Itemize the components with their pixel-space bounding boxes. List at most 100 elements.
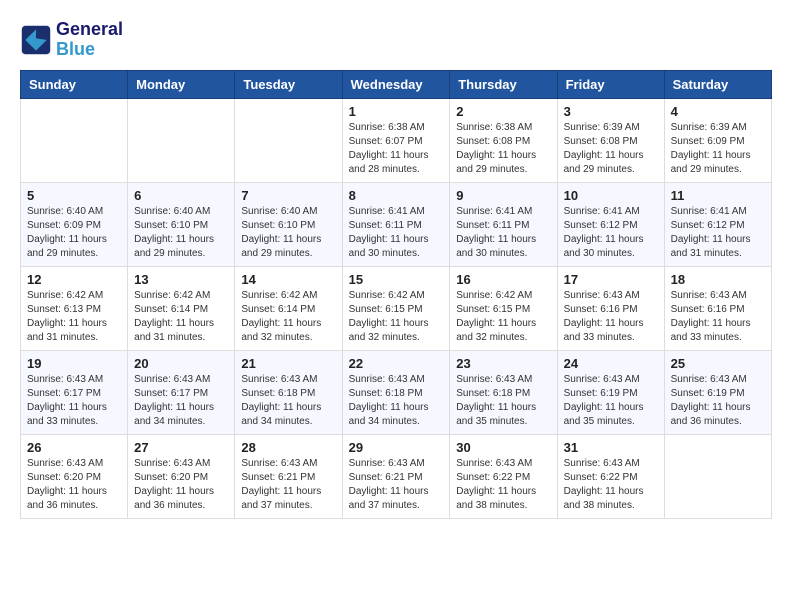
logo-icon [20,24,52,56]
day-number: 25 [671,356,765,371]
calendar-cell: 5 Sunrise: 6:40 AMSunset: 6:09 PMDaylight… [21,182,128,266]
day-number: 8 [349,188,444,203]
day-info: Sunrise: 6:40 AMSunset: 6:09 PMDaylight:… [27,205,121,261]
day-number: 1 [349,104,444,119]
weekday-header-monday: Monday [128,70,235,98]
day-info: Sunrise: 6:43 AMSunset: 6:22 PMDaylight:… [564,457,658,513]
day-info: Sunrise: 6:43 AMSunset: 6:18 PMDaylight:… [456,373,550,429]
day-number: 16 [456,272,550,287]
calendar-cell: 17 Sunrise: 6:43 AMSunset: 6:16 PMDayligh… [557,266,664,350]
day-number: 14 [241,272,335,287]
day-number: 11 [671,188,765,203]
calendar-cell: 29 Sunrise: 6:43 AMSunset: 6:21 PMDayligh… [342,434,450,518]
calendar-cell: 26Sunrise: 6:43 AMSunset: 6:20 PMDayligh… [21,434,128,518]
calendar-cell: 12 Sunrise: 6:42 AMSunset: 6:13 PMDayligh… [21,266,128,350]
day-number: 24 [564,356,658,371]
day-info: Sunrise: 6:38 AMSunset: 6:08 PMDaylight:… [456,121,550,177]
day-number: 18 [671,272,765,287]
weekday-header-wednesday: Wednesday [342,70,450,98]
calendar-week-2: 5 Sunrise: 6:40 AMSunset: 6:09 PMDaylight… [21,182,772,266]
page-header: General Blue [20,20,772,60]
day-info: Sunrise: 6:43 AMSunset: 6:21 PMDaylight:… [241,457,335,513]
day-info: Sunrise: 6:42 AMSunset: 6:15 PMDaylight:… [456,289,550,345]
calendar-table: SundayMondayTuesdayWednesdayThursdayFrid… [20,70,772,519]
day-number: 31 [564,440,658,455]
calendar-cell: 2 Sunrise: 6:38 AMSunset: 6:08 PMDaylight… [450,98,557,182]
weekday-header-friday: Friday [557,70,664,98]
day-info: Sunrise: 6:42 AMSunset: 6:14 PMDaylight:… [134,289,228,345]
day-info: Sunrise: 6:43 AMSunset: 6:16 PMDaylight:… [564,289,658,345]
calendar-cell: 8Sunrise: 6:41 AMSunset: 6:11 PMDaylight… [342,182,450,266]
calendar-cell: 24 Sunrise: 6:43 AMSunset: 6:19 PMDayligh… [557,350,664,434]
weekday-header-thursday: Thursday [450,70,557,98]
calendar-cell: 23Sunrise: 6:43 AMSunset: 6:18 PMDayligh… [450,350,557,434]
calendar-cell: 6 Sunrise: 6:40 AMSunset: 6:10 PMDaylight… [128,182,235,266]
calendar-cell [664,434,771,518]
calendar-cell [21,98,128,182]
day-info: Sunrise: 6:38 AMSunset: 6:07 PMDaylight:… [349,121,444,177]
day-number: 29 [349,440,444,455]
day-number: 15 [349,272,444,287]
day-info: Sunrise: 6:43 AMSunset: 6:18 PMDaylight:… [349,373,444,429]
day-info: Sunrise: 6:43 AMSunset: 6:19 PMDaylight:… [564,373,658,429]
day-info: Sunrise: 6:40 AMSunset: 6:10 PMDaylight:… [134,205,228,261]
day-info: Sunrise: 6:42 AMSunset: 6:15 PMDaylight:… [349,289,444,345]
calendar-week-4: 19 Sunrise: 6:43 AMSunset: 6:17 PMDayligh… [21,350,772,434]
calendar-cell [128,98,235,182]
day-number: 7 [241,188,335,203]
day-info: Sunrise: 6:43 AMSunset: 6:19 PMDaylight:… [671,373,765,429]
calendar-cell: 7 Sunrise: 6:40 AMSunset: 6:10 PMDaylight… [235,182,342,266]
day-info: Sunrise: 6:43 AMSunset: 6:21 PMDaylight:… [349,457,444,513]
day-info: Sunrise: 6:43 AMSunset: 6:18 PMDaylight:… [241,373,335,429]
calendar-cell [235,98,342,182]
day-number: 30 [456,440,550,455]
day-number: 28 [241,440,335,455]
day-number: 20 [134,356,228,371]
weekday-row: SundayMondayTuesdayWednesdayThursdayFrid… [21,70,772,98]
calendar-week-5: 26Sunrise: 6:43 AMSunset: 6:20 PMDayligh… [21,434,772,518]
calendar-cell: 16 Sunrise: 6:42 AMSunset: 6:15 PMDayligh… [450,266,557,350]
calendar-cell: 20Sunrise: 6:43 AMSunset: 6:17 PMDayligh… [128,350,235,434]
calendar-cell: 22 Sunrise: 6:43 AMSunset: 6:18 PMDayligh… [342,350,450,434]
weekday-header-tuesday: Tuesday [235,70,342,98]
day-number: 12 [27,272,121,287]
weekday-header-saturday: Saturday [664,70,771,98]
day-info: Sunrise: 6:42 AMSunset: 6:14 PMDaylight:… [241,289,335,345]
calendar-cell: 28 Sunrise: 6:43 AMSunset: 6:21 PMDayligh… [235,434,342,518]
day-number: 19 [27,356,121,371]
day-number: 6 [134,188,228,203]
day-info: Sunrise: 6:41 AMSunset: 6:12 PMDaylight:… [564,205,658,261]
calendar-cell: 10Sunrise: 6:41 AMSunset: 6:12 PMDayligh… [557,182,664,266]
day-info: Sunrise: 6:43 AMSunset: 6:17 PMDaylight:… [27,373,121,429]
calendar-week-3: 12 Sunrise: 6:42 AMSunset: 6:13 PMDayligh… [21,266,772,350]
calendar-cell: 14 Sunrise: 6:42 AMSunset: 6:14 PMDayligh… [235,266,342,350]
day-number: 2 [456,104,550,119]
weekday-header-sunday: Sunday [21,70,128,98]
day-info: Sunrise: 6:42 AMSunset: 6:13 PMDaylight:… [27,289,121,345]
day-number: 22 [349,356,444,371]
calendar-cell: 15 Sunrise: 6:42 AMSunset: 6:15 PMDayligh… [342,266,450,350]
calendar-cell: 31 Sunrise: 6:43 AMSunset: 6:22 PMDayligh… [557,434,664,518]
logo: General Blue [20,20,123,60]
calendar-cell: 27 Sunrise: 6:43 AMSunset: 6:20 PMDayligh… [128,434,235,518]
day-number: 21 [241,356,335,371]
calendar-cell: 11Sunrise: 6:41 AMSunset: 6:12 PMDayligh… [664,182,771,266]
calendar-cell: 1 Sunrise: 6:38 AMSunset: 6:07 PMDaylight… [342,98,450,182]
calendar-cell: 19 Sunrise: 6:43 AMSunset: 6:17 PMDayligh… [21,350,128,434]
day-number: 27 [134,440,228,455]
calendar-cell: 25 Sunrise: 6:43 AMSunset: 6:19 PMDayligh… [664,350,771,434]
day-info: Sunrise: 6:40 AMSunset: 6:10 PMDaylight:… [241,205,335,261]
calendar-cell: 30 Sunrise: 6:43 AMSunset: 6:22 PMDayligh… [450,434,557,518]
day-number: 17 [564,272,658,287]
day-info: Sunrise: 6:43 AMSunset: 6:20 PMDaylight:… [134,457,228,513]
day-number: 9 [456,188,550,203]
day-number: 5 [27,188,121,203]
day-info: Sunrise: 6:39 AMSunset: 6:08 PMDaylight:… [564,121,658,177]
calendar-cell: 9 Sunrise: 6:41 AMSunset: 6:11 PMDaylight… [450,182,557,266]
calendar-cell: 4Sunrise: 6:39 AMSunset: 6:09 PMDaylight… [664,98,771,182]
calendar-header: SundayMondayTuesdayWednesdayThursdayFrid… [21,70,772,98]
day-info: Sunrise: 6:41 AMSunset: 6:11 PMDaylight:… [456,205,550,261]
day-number: 3 [564,104,658,119]
calendar-cell: 13Sunrise: 6:42 AMSunset: 6:14 PMDayligh… [128,266,235,350]
day-info: Sunrise: 6:43 AMSunset: 6:22 PMDaylight:… [456,457,550,513]
